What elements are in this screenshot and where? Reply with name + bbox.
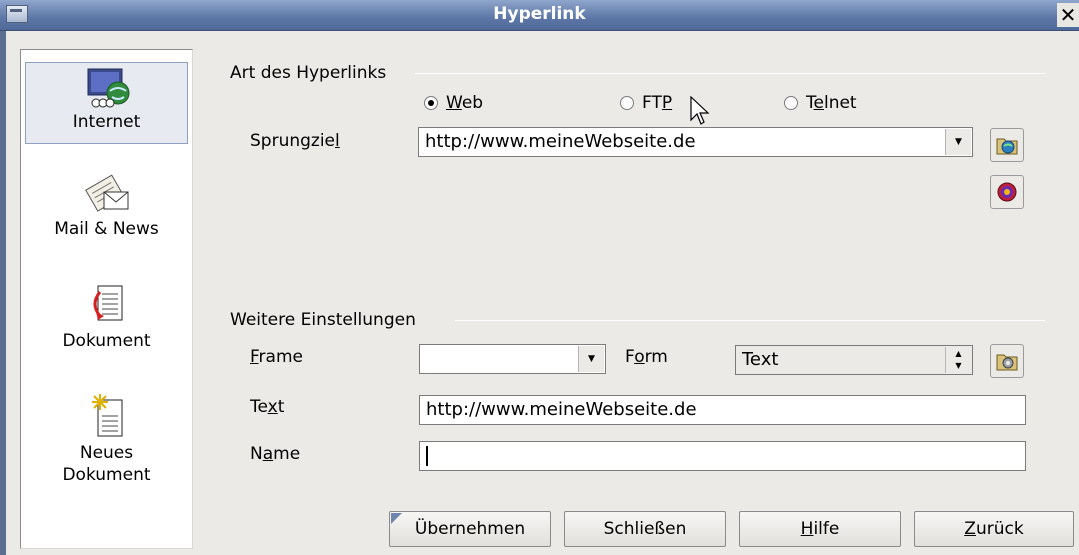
close-window-button[interactable]: ✕ (1057, 3, 1079, 27)
sidebar-item-internet[interactable]: Internet (25, 62, 188, 144)
radio-web-label: Web (446, 93, 484, 113)
new-document-icon (91, 394, 122, 437)
hyperlink-type-sidebar: Internet Mail & News Dokument Neues Doku… (20, 49, 193, 549)
radio-ftp-label: FTP (642, 93, 673, 113)
radio-ftp[interactable]: FTP (620, 93, 672, 113)
radio-telnet-label: Telnet (806, 93, 857, 113)
group-separator (455, 320, 1045, 321)
help-button[interactable]: Hilfe (739, 511, 901, 547)
apply-button[interactable]: Übernehmen (389, 511, 551, 547)
document-icon (93, 285, 122, 321)
target-icon (997, 182, 1017, 202)
mouse-pointer-icon (690, 96, 710, 125)
sidebar-item-label: Mail & News (54, 219, 159, 239)
radio-telnet[interactable]: Telnet (784, 93, 857, 113)
radio-indicator (424, 96, 438, 110)
frame-label: Frame (250, 347, 303, 367)
sidebar-item-new-document[interactable]: Neues Dokument (25, 392, 188, 510)
target-url-value: http://www.meineWebseite.de (425, 131, 696, 152)
text-label: Text (250, 397, 285, 417)
sidebar-item-document[interactable]: Dokument (25, 282, 188, 372)
dropdown-arrow-icon[interactable]: ▼ (945, 129, 971, 155)
form-value: Text (742, 349, 779, 370)
spin-arrows-icon[interactable]: ▲ ▼ (945, 347, 971, 373)
form-label: Form (625, 347, 668, 367)
window-title: Hyperlink (493, 4, 586, 24)
form-select[interactable]: Text ▲ ▼ (735, 345, 973, 375)
radio-web[interactable]: Web (424, 93, 483, 113)
target-in-document-button[interactable] (990, 175, 1024, 209)
name-label: Name (250, 444, 301, 464)
folder-gear-icon (996, 354, 1018, 371)
internet-globe-icon (87, 68, 129, 108)
browse-globe-icon (996, 138, 1018, 155)
radio-indicator (620, 96, 634, 110)
further-settings-group-title: Weitere Einstellungen (230, 310, 422, 330)
browse-web-button[interactable] (990, 128, 1024, 162)
target-label: Sprungziel (250, 131, 340, 151)
target-url-combobox[interactable]: http://www.meineWebseite.de ▼ (418, 127, 973, 157)
title-bar: Hyperlink ✕ (0, 0, 1079, 31)
sidebar-item-label-line2: Dokument (62, 465, 151, 485)
sidebar-item-label: Dokument (62, 331, 151, 351)
text-input-value: http://www.meineWebseite.de (426, 399, 697, 420)
close-button[interactable]: Schließen (564, 511, 726, 547)
sidebar-item-label-line1: Neues (79, 443, 134, 463)
text-caret (426, 446, 428, 466)
frame-combobox[interactable]: ▼ (419, 344, 606, 374)
events-button[interactable] (990, 344, 1024, 378)
hyperlink-type-group-title: Art des Hyperlinks (230, 63, 393, 83)
sidebar-item-label: Internet (72, 112, 141, 132)
mail-envelope-icon (84, 174, 128, 212)
text-input[interactable]: http://www.meineWebseite.de (419, 395, 1026, 425)
window-border (0, 31, 6, 555)
name-input[interactable] (419, 441, 1026, 471)
dropdown-arrow-icon[interactable]: ▼ (578, 346, 604, 372)
back-button[interactable]: Zurück (914, 511, 1074, 547)
group-separator (415, 73, 1045, 74)
sidebar-item-mail-news[interactable]: Mail & News (25, 168, 188, 260)
radio-indicator (784, 96, 798, 110)
